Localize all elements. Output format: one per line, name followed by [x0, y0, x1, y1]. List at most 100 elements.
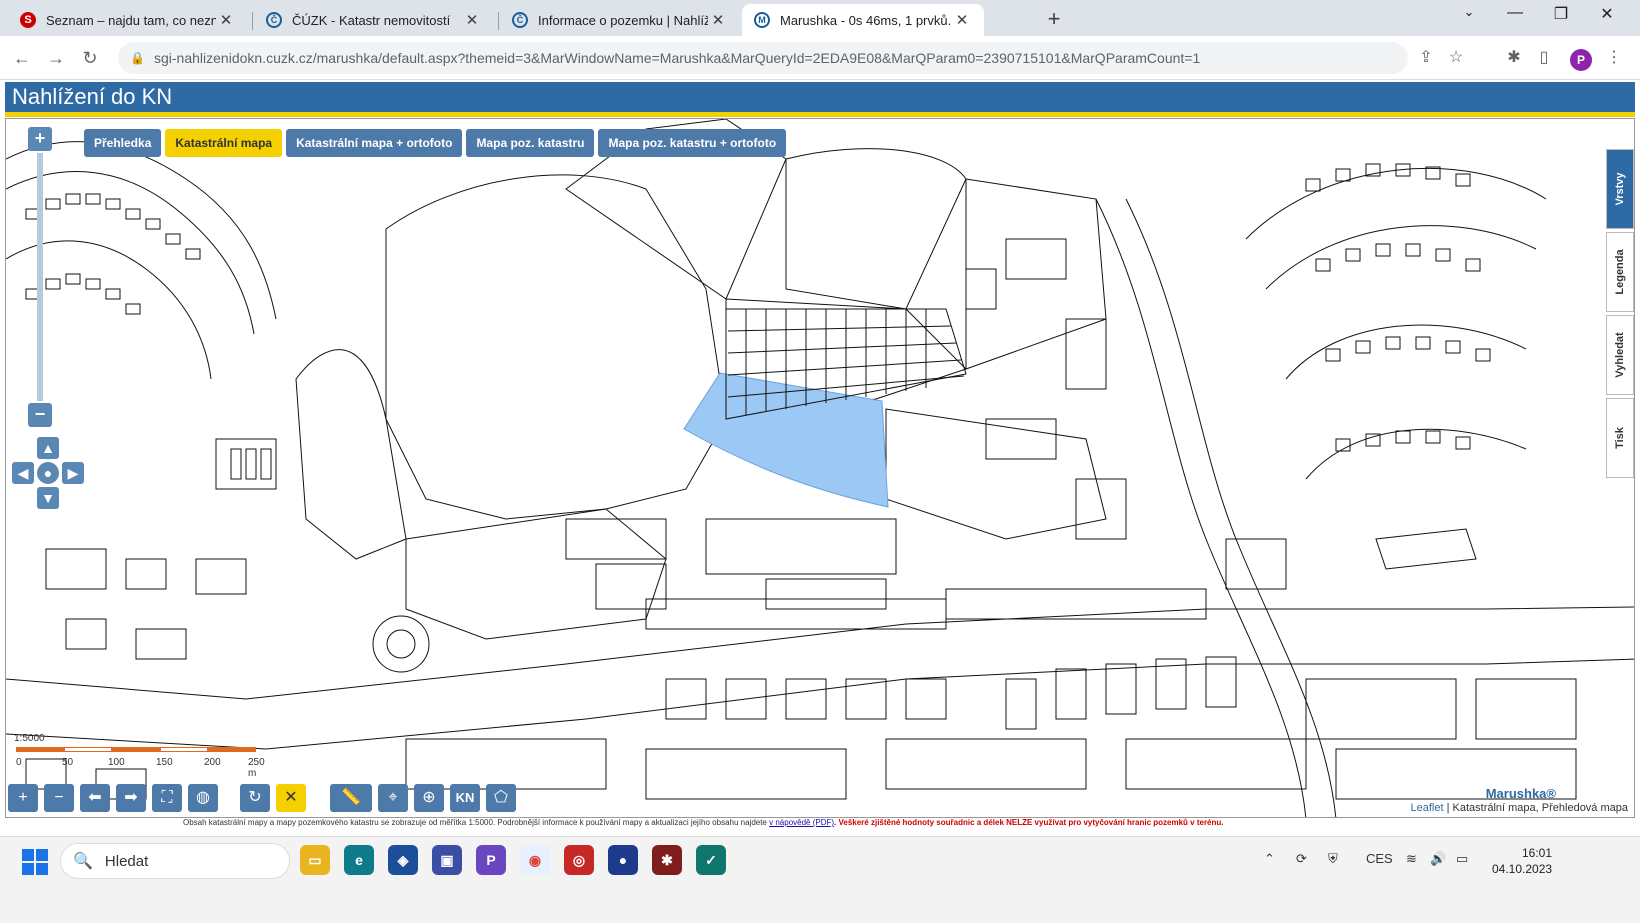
zoom-out-button[interactable]: − [28, 403, 52, 427]
tab-vrstvy[interactable]: Vrstvy [1606, 149, 1634, 229]
building-cluster [965, 163, 1547, 570]
gps-target-icon[interactable]: ⊕ [414, 784, 444, 812]
volume-icon[interactable]: 🔊 [1430, 851, 1446, 867]
back-button[interactable]: ← [8, 44, 36, 72]
tab-label: Legenda [1614, 249, 1626, 295]
map-layer-tabs: Přehledka Katastrální mapa Katastrální m… [84, 129, 787, 157]
zoom-out-button[interactable]: − [44, 784, 74, 812]
polygon-select-icon[interactable]: ⬠ [486, 784, 516, 812]
marushka-logo: Marushka® [1485, 786, 1556, 801]
app-icon-teal[interactable]: ✓ [696, 845, 726, 875]
address-bar[interactable]: 🔒 sgi-nahlizenidokn.cuzk.cz/marushka/def… [118, 42, 1408, 74]
tab-search-chevron-icon[interactable]: ⌄ [1446, 4, 1492, 20]
windows-start-icon[interactable] [22, 849, 48, 875]
tab-seznam[interactable]: S Seznam – najdu tam, co neznám ✕ [8, 4, 248, 36]
tab-label: Vyhledat [1614, 332, 1626, 378]
taskbar-search[interactable]: 🔍 Hledat [60, 843, 290, 879]
zoom-track[interactable] [37, 153, 43, 401]
tab-vyhledat[interactable]: Vyhledat [1606, 315, 1634, 395]
extensions-icon[interactable]: ✱ [1500, 44, 1528, 72]
language-indicator[interactable]: CES [1366, 851, 1393, 866]
map-canvas[interactable]: Přehledka Katastrální mapa Katastrální m… [5, 118, 1635, 818]
pan-control: ▲ ◀ ● ▶ ▼ [12, 437, 84, 509]
tab-prehledka[interactable]: Přehledka [84, 129, 162, 157]
scale-tick: 50 [62, 757, 74, 768]
taskbar: 🔍 Hledat ▭ e ◈ ▣ P ◉ ◎ ● ✱ ✓ ⌃ ⟳ ⛨ CES ≋… [0, 836, 1640, 923]
pan-up-icon[interactable]: ▲ [37, 437, 59, 459]
tab-marushka[interactable]: M Marushka - 0s 46ms, 1 prvků. ✕ [742, 4, 984, 36]
chrome-icon[interactable]: ◉ [520, 845, 550, 875]
system-clock[interactable]: 16:01 04.10.2023 [1492, 845, 1552, 877]
address-toolbar: ← → ↻ 🔒 sgi-nahlizenidokn.cuzk.cz/marush… [0, 36, 1640, 80]
edge-icon[interactable]: e [344, 845, 374, 875]
new-tab-button[interactable]: + [1040, 6, 1068, 32]
app-icon-dark-red[interactable]: ✱ [652, 845, 682, 875]
tab-informace-o-pozemku[interactable]: Č Informace o pozemku | Nahlížen ✕ [500, 4, 740, 36]
remote-app-icon[interactable]: ▣ [432, 845, 462, 875]
tab-title: Seznam – najdu tam, co neznám [46, 12, 216, 28]
pan-left-icon[interactable]: ◀ [12, 462, 34, 484]
menu-kebab-icon[interactable]: ⋮ [1600, 44, 1628, 72]
tab-label: Vrstvy [1614, 172, 1626, 206]
pan-center-icon[interactable]: ● [37, 462, 59, 484]
close-icon[interactable]: ✕ [216, 11, 236, 29]
globe-icon[interactable]: ◍ [188, 784, 218, 812]
tray-chevron-icon[interactable]: ⌃ [1264, 851, 1275, 867]
scale-segment [64, 747, 112, 752]
side-panel-icon[interactable]: ▯ [1530, 44, 1558, 72]
tab-mapa-poz-katastru[interactable]: Mapa poz. katastru [466, 129, 595, 157]
tab-tisk[interactable]: Tisk [1606, 398, 1634, 478]
close-icon[interactable]: ✕ [462, 11, 482, 29]
close-icon[interactable]: ✕ [952, 11, 972, 29]
close-icon[interactable]: ✕ [708, 11, 728, 29]
tab-legenda[interactable]: Legenda [1606, 232, 1634, 312]
search-icon: 🔍 [73, 853, 93, 870]
minimize-button[interactable]: — [1492, 4, 1538, 22]
profile-avatar[interactable]: P [1570, 49, 1592, 71]
sync-icon[interactable]: ⟳ [1296, 851, 1307, 867]
tab-mapa-poz-katastru-ortofoto[interactable]: Mapa poz. katastru + ortofoto [598, 129, 787, 157]
app-icon-red[interactable]: ◎ [564, 845, 594, 875]
tab-title: Marushka - 0s 46ms, 1 prvků. [780, 12, 952, 28]
footnote-warning: . Veškeré zjištěné hodnoty souřadnic a d… [834, 818, 1224, 827]
defender-icon[interactable]: ⛨ [1328, 851, 1338, 867]
forward-arrow-icon[interactable]: ➡ [116, 784, 146, 812]
clear-selection-button[interactable]: ✕ [276, 784, 306, 812]
reload-button[interactable]: ↻ [76, 44, 104, 72]
kn-button[interactable]: KN [450, 784, 480, 812]
measure-icon[interactable]: 📏 [330, 784, 372, 812]
forward-button[interactable]: → [42, 44, 70, 72]
back-arrow-icon[interactable]: ⬅ [80, 784, 110, 812]
tab-katastralni-mapa[interactable]: Katastrální mapa [165, 129, 283, 157]
tab-separator [252, 12, 253, 30]
pan-right-icon[interactable]: ▶ [62, 462, 84, 484]
security-app-icon[interactable]: ◈ [388, 845, 418, 875]
bookmark-star-icon[interactable]: ☆ [1442, 44, 1470, 72]
help-pdf-link[interactable]: v nápovědě (PDF) [769, 818, 834, 827]
p-app-icon[interactable]: P [476, 845, 506, 875]
refresh-icon[interactable]: ↻ [240, 784, 270, 812]
page-title: Nahlížení do KN [5, 82, 1635, 112]
zoom-box-icon[interactable]: ⛶ [152, 784, 182, 812]
location-pin-icon[interactable]: ⌖ [378, 784, 408, 812]
app-icon-blue[interactable]: ● [608, 845, 638, 875]
zoom-in-button[interactable]: + [28, 127, 52, 151]
cuzk-icon: Č [266, 12, 282, 28]
tab-katastralni-mapa-ortofoto[interactable]: Katastrální mapa + ortofoto [286, 129, 463, 157]
building-cluster [405, 518, 1577, 800]
side-panel-tabs: Vrstvy Legenda Vyhledat Tisk [1606, 149, 1634, 481]
share-icon[interactable]: ⇪ [1412, 44, 1440, 72]
cuzk-icon: Č [512, 12, 528, 28]
restore-button[interactable]: ❐ [1538, 4, 1584, 24]
battery-icon[interactable]: ▭ [1456, 851, 1468, 867]
scale-tick: 0 [16, 757, 22, 768]
close-window-button[interactable]: ✕ [1584, 4, 1630, 24]
pan-down-icon[interactable]: ▼ [37, 487, 59, 509]
scale-segment [16, 747, 64, 752]
leaflet-link[interactable]: Leaflet [1411, 802, 1444, 814]
wifi-icon[interactable]: ≋ [1406, 851, 1417, 867]
map-attribution: Leaflet | Katastrální mapa, Přehledová m… [1408, 802, 1630, 814]
tab-cuzk[interactable]: Č ČÚZK - Katastr nemovitostí ✕ [254, 4, 494, 36]
file-explorer-icon[interactable]: ▭ [300, 845, 330, 875]
zoom-in-button[interactable]: + [8, 784, 38, 812]
